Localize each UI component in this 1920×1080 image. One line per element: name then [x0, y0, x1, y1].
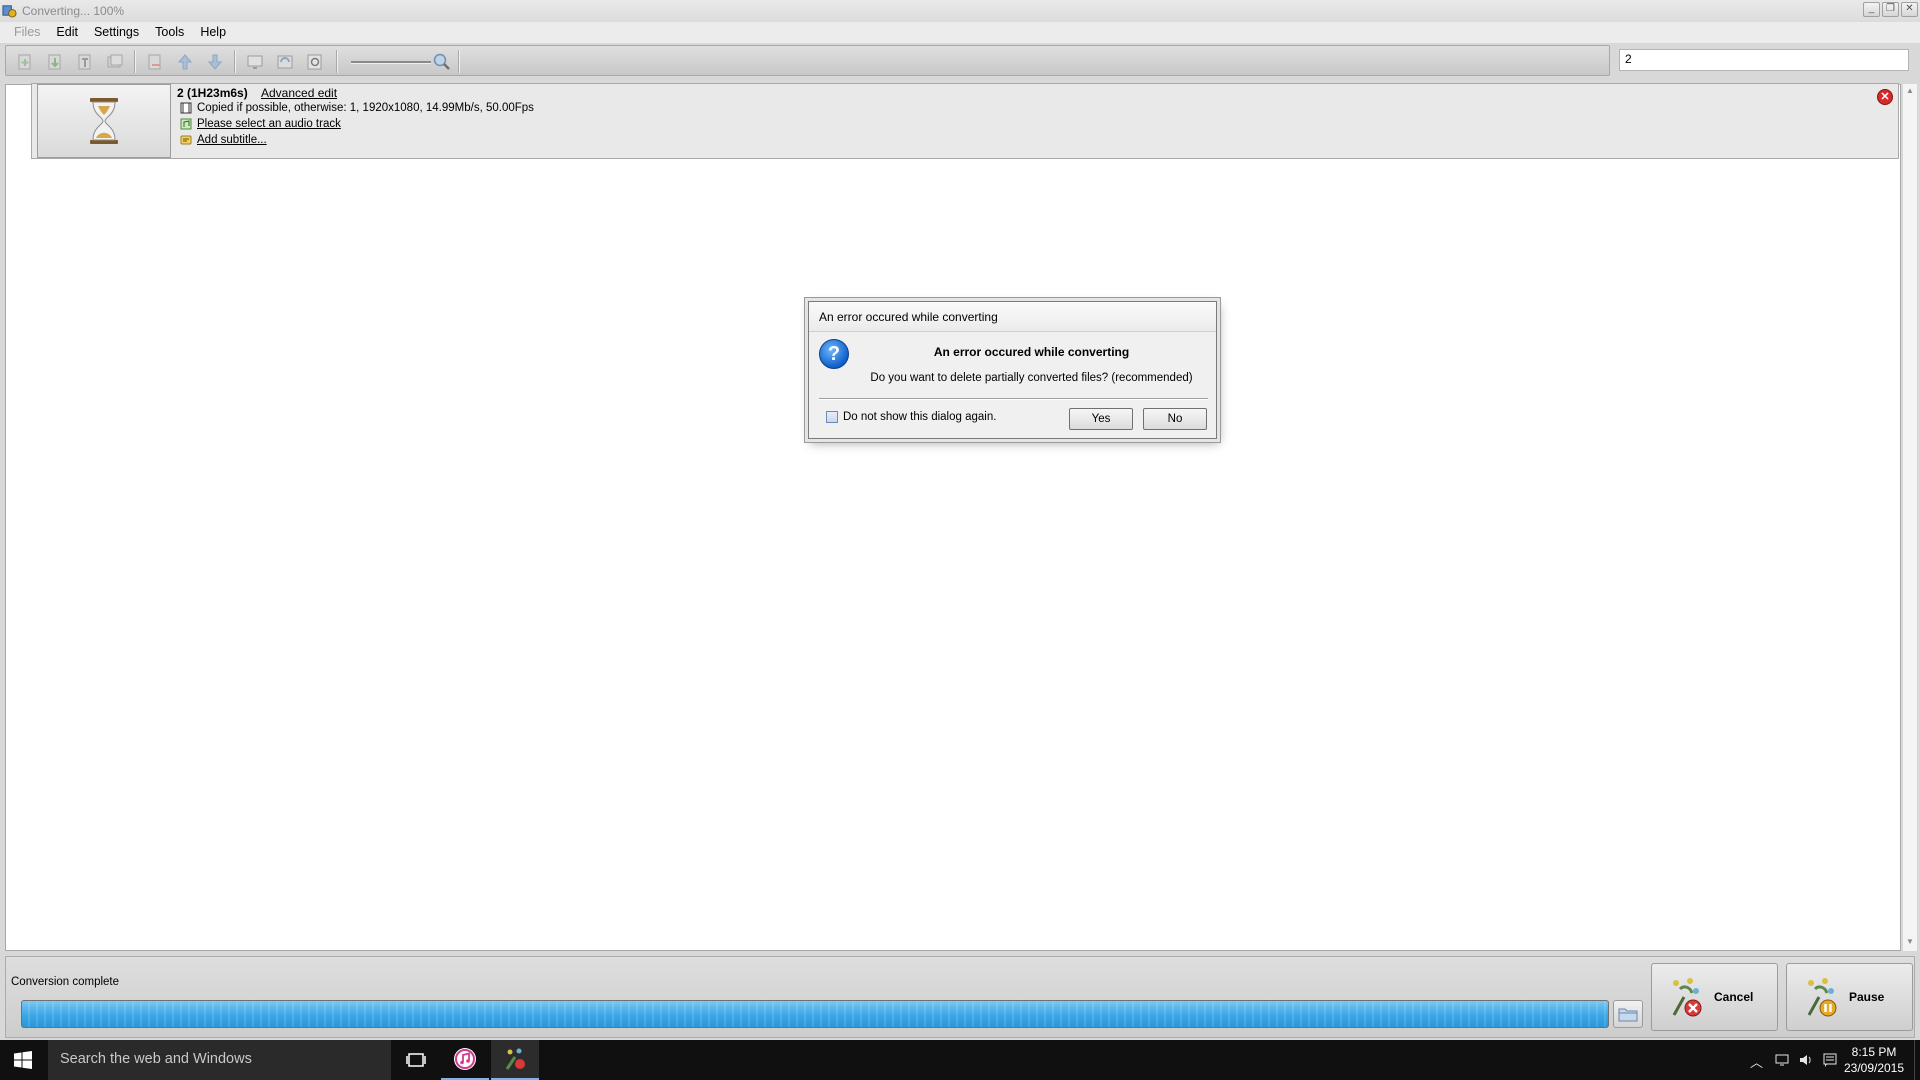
show-desktop-button[interactable]: [1914, 1040, 1920, 1080]
window-title: Converting... 100%: [22, 4, 125, 18]
pause-conversion-icon: [1807, 978, 1837, 1017]
audio-icon: [180, 118, 192, 130]
subtitle-icon: [180, 135, 192, 145]
add-subtitle-link[interactable]: Add subtitle...: [197, 134, 267, 146]
menu-files[interactable]: Files: [6, 22, 48, 43]
add-file-icon[interactable]: [14, 51, 36, 72]
refresh-icon[interactable]: [274, 51, 296, 72]
show-hidden-icons-icon[interactable]: ︿: [1750, 1052, 1766, 1070]
dont-show-again-checkbox[interactable]: Do not show this dialog again.: [826, 411, 996, 423]
action-center-icon[interactable]: [1822, 1052, 1838, 1068]
pause-label: Pause: [1849, 990, 1885, 1004]
toolbar-separator: [234, 50, 235, 73]
select-audio-link[interactable]: Please select an audio track: [197, 118, 341, 130]
clock-time: 8:15 PM: [1851, 1045, 1897, 1059]
audio-track-line: Please select an audio track: [180, 118, 341, 130]
itunes-icon: [454, 1048, 476, 1070]
dialog-title: An error occured while converting: [809, 302, 1216, 332]
yes-button[interactable]: Yes: [1069, 408, 1133, 430]
app-icon: [2, 5, 17, 18]
status-text: Conversion complete: [11, 976, 120, 988]
folder-icon: [1618, 1008, 1638, 1022]
preview-icon[interactable]: [304, 51, 326, 72]
menu-help[interactable]: Help: [192, 22, 234, 43]
move-up-icon[interactable]: [174, 51, 196, 72]
system-tray: ︿: [1750, 1052, 1838, 1070]
task-title: 2 (1H23m6s): [177, 86, 248, 100]
task-thumbnail: [37, 84, 171, 158]
title-bar: Converting... 100% _ ❐ ✕: [0, 0, 1920, 22]
close-button[interactable]: ✕: [1901, 2, 1918, 17]
error-dialog: An error occured while converting ? An e…: [808, 301, 1217, 439]
itunes-taskbar-button[interactable]: [441, 1040, 489, 1080]
menu-bar: Files Edit Settings Tools Help: [0, 22, 1920, 43]
network-icon[interactable]: [1774, 1052, 1790, 1068]
task-view-icon: [406, 1053, 426, 1067]
search-input[interactable]: 2: [1619, 49, 1909, 71]
start-button[interactable]: [0, 1040, 46, 1080]
volume-icon[interactable]: [1798, 1052, 1814, 1068]
toolbar-separator: [336, 50, 337, 73]
text-icon[interactable]: [74, 51, 96, 72]
toolbar: [5, 45, 1610, 76]
no-button[interactable]: No: [1143, 408, 1207, 430]
screen-icon[interactable]: [244, 51, 266, 72]
move-down-icon[interactable]: [204, 51, 226, 72]
window-controls: _ ❐ ✕: [1863, 2, 1918, 17]
task-view-button[interactable]: [396, 1040, 436, 1080]
scroll-up-icon[interactable]: ▲: [1905, 86, 1915, 96]
cancel-label: Cancel: [1714, 990, 1754, 1004]
cancel-button[interactable]: Cancel: [1651, 963, 1778, 1031]
menu-tools[interactable]: Tools: [147, 22, 192, 43]
menu-edit[interactable]: Edit: [48, 22, 86, 43]
taskbar-search-box[interactable]: Search the web and Windows: [48, 1040, 391, 1080]
remove-task-button[interactable]: ✕: [1877, 89, 1893, 105]
vertical-scrollbar[interactable]: ▲ ▼: [1903, 84, 1917, 951]
progress-bar: [21, 1000, 1609, 1028]
converter-taskbar-button[interactable]: [491, 1040, 539, 1080]
batch-icon[interactable]: [104, 51, 126, 72]
checkbox-box[interactable]: [826, 411, 838, 423]
open-folder-button[interactable]: [1613, 1000, 1643, 1028]
scroll-down-icon[interactable]: ▼: [1905, 937, 1915, 947]
toolbar-separator: [458, 50, 459, 73]
menu-settings[interactable]: Settings: [86, 22, 147, 43]
minimize-button[interactable]: _: [1863, 2, 1880, 17]
film-icon: [180, 102, 192, 114]
checkbox-label: Do not show this dialog again.: [843, 411, 997, 423]
video-track-line: Copied if possible, otherwise: 1, 1920x1…: [180, 102, 534, 114]
progress-fill: [22, 1001, 1608, 1027]
dialog-heading: An error occured while converting: [933, 345, 1130, 359]
taskbar-clock[interactable]: 8:15 PM 23/09/2015: [1840, 1044, 1908, 1076]
dialog-separator: [819, 398, 1208, 400]
restore-button[interactable]: ❐: [1882, 2, 1899, 17]
windows-logo-icon: [14, 1051, 32, 1069]
windows-taskbar: Search the web and Windows ︿ 8:15 PM 23/…: [0, 1040, 1920, 1080]
video-track-text: Copied if possible, otherwise: 1, 1920x1…: [197, 102, 534, 114]
remove-icon[interactable]: [144, 51, 166, 72]
hourglass-icon: [90, 98, 118, 144]
zoom-slider[interactable]: [351, 61, 431, 63]
converter-app-icon: [505, 1048, 525, 1070]
pause-button[interactable]: Pause: [1786, 963, 1913, 1031]
add-folder-icon[interactable]: [44, 51, 66, 72]
task-list: [5, 84, 1901, 951]
toolbar-separator: [134, 50, 135, 73]
zoom-icon[interactable]: [432, 52, 452, 72]
cancel-conversion-icon: [1672, 978, 1702, 1017]
subtitle-line: Add subtitle...: [180, 134, 267, 146]
dialog-message: Do you want to delete partially converte…: [870, 372, 1193, 384]
advanced-edit-link[interactable]: Advanced edit: [261, 86, 337, 100]
clock-date: 23/09/2015: [1843, 1061, 1905, 1075]
